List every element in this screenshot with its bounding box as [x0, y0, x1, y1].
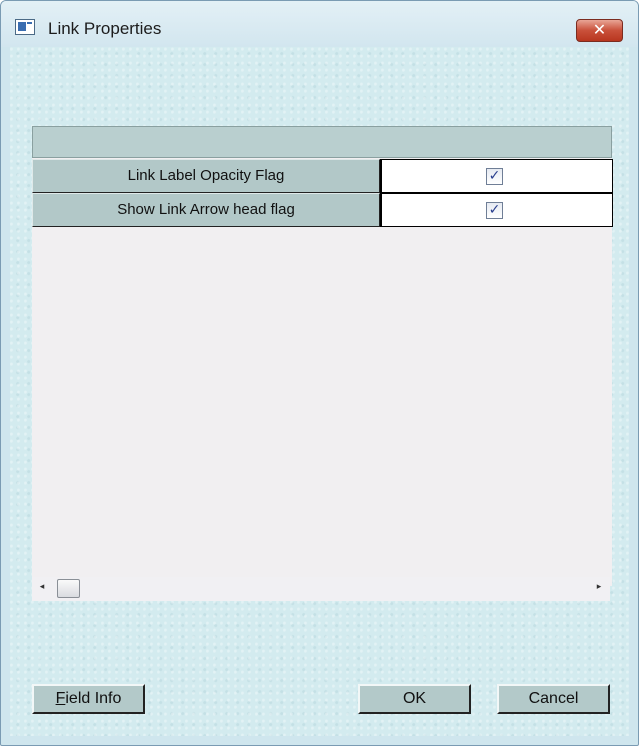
cancel-button[interactable]: Cancel: [497, 684, 610, 714]
property-label: Show Link Arrow head flag: [32, 193, 380, 227]
field-info-mnemonic: F: [55, 690, 66, 707]
window-title: Link Properties: [48, 19, 162, 38]
field-info-button[interactable]: Field Info: [32, 684, 145, 714]
scroll-left-arrow-icon[interactable]: ◂: [36, 582, 48, 592]
dialog-body: Link Label Opacity Flag ✓ Show Link Arro…: [10, 47, 629, 736]
property-grid: Link Label Opacity Flag ✓ Show Link Arro…: [32, 126, 613, 586]
scroll-thumb[interactable]: [57, 579, 80, 598]
property-row-label-opacity: Link Label Opacity Flag ✓: [32, 159, 613, 193]
ok-button[interactable]: OK: [358, 684, 471, 714]
horizontal-scrollbar[interactable]: ◂ ▸: [32, 577, 610, 601]
property-row-arrow-head: Show Link Arrow head flag ✓: [32, 193, 613, 227]
grid-header: [32, 126, 612, 158]
field-info-label: ield Info: [65, 690, 122, 707]
label-opacity-checkbox[interactable]: ✓: [486, 168, 503, 185]
app-window-icon: [15, 19, 35, 35]
property-value-cell[interactable]: ✓: [380, 159, 613, 193]
property-label: Link Label Opacity Flag: [32, 159, 380, 193]
scroll-right-arrow-icon[interactable]: ▸: [593, 582, 605, 592]
close-button[interactable]: ✕: [576, 19, 623, 42]
property-value-cell[interactable]: ✓: [380, 193, 613, 227]
link-properties-dialog: Link Properties ✕ Link Label Opacity Fla…: [0, 0, 639, 746]
arrow-head-checkbox[interactable]: ✓: [486, 202, 503, 219]
title-bar[interactable]: Link Properties ✕: [1, 1, 638, 47]
